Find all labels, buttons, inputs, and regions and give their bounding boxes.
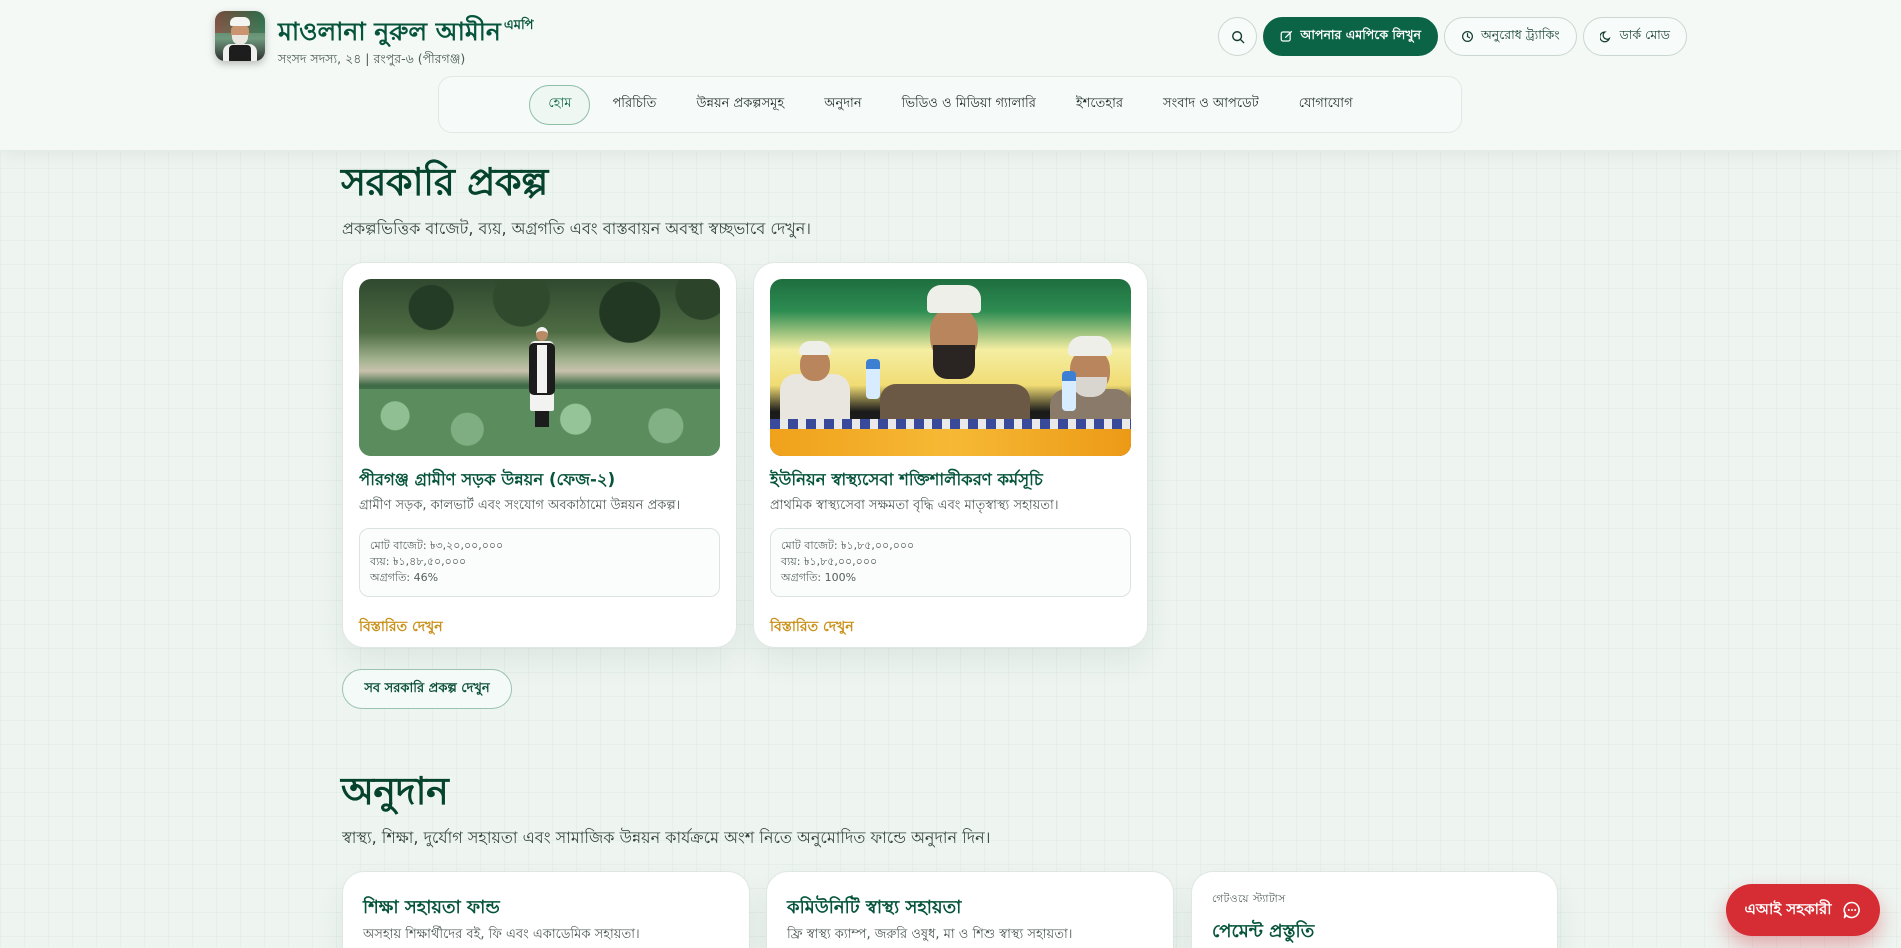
- project-card[interactable]: পীরগঞ্জ গ্রামীণ সড়ক উন্নয়ন (ফেজ-২) গ্র…: [342, 262, 737, 648]
- project-progress: অগ্রগতি: 100%: [781, 571, 857, 584]
- write-to-mp-button[interactable]: আপনার এমপিকে লিখুন: [1263, 17, 1438, 56]
- ai-assistant-button[interactable]: এআই সহকারী: [1726, 884, 1880, 936]
- project-stats: মোট বাজেট: ৳১,৮৫,০০,০০০ ব্যয়: ৳১,৮৫,০০,…: [770, 528, 1131, 597]
- dark-mode-label: ডার্ক মোড: [1619, 26, 1670, 42]
- donation-description: অসহায় শিক্ষার্থীদের বই, ফি এবং একাডেমিক…: [363, 927, 640, 942]
- project-details-link[interactable]: বিস্তারিত দেখুন: [359, 615, 443, 639]
- gateway-status-label: গেটওয়ে স্ট্যাটাস: [1212, 893, 1286, 905]
- project-description: প্রাথমিক স্বাস্থ্যসেবা সক্ষমতা বৃদ্ধি এব…: [770, 498, 1059, 513]
- request-tracking-button[interactable]: অনুরোধ ট্র্যাকিং: [1443, 17, 1577, 56]
- project-budget: মোট বাজেট: ৳১,৮৫,০০,০০০: [781, 539, 915, 552]
- site-header: মাওলানা নুরুল আমীন এমপি সংসদ সদস্য, ২৪ | …: [0, 0, 1901, 151]
- brand-name-suffix: এমপি: [503, 18, 534, 33]
- all-projects-button[interactable]: সব সরকারি প্রকল্প দেখুন: [342, 669, 512, 709]
- donation-title: কমিউনিটি স্বাস্থ্য সহায়তা: [787, 897, 962, 918]
- edit-icon: [1281, 30, 1293, 42]
- dark-mode-toggle[interactable]: ডার্ক মোড: [1582, 17, 1687, 56]
- nav-home[interactable]: হোম: [529, 84, 591, 125]
- ai-assistant-label: এআই সহকারী: [1744, 899, 1832, 918]
- brand-name: মাওলানা নুরুল আমীন এমপি: [278, 17, 534, 46]
- avatar: [215, 11, 265, 61]
- project-description: গ্রামীণ সড়ক, কালভার্ট এবং সংযোগ অবকাঠাম…: [359, 498, 681, 513]
- project-photo: [770, 279, 1131, 456]
- project-budget: মোট বাজেট: ৳৩,২০,০০,০০০: [370, 539, 504, 552]
- nav-contact[interactable]: যোগাযোগ: [1281, 85, 1371, 125]
- project-stats: মোট বাজেট: ৳৩,২০,০০,০০০ ব্যয়: ৳১,৪৮,৫০,…: [359, 528, 720, 597]
- donations-description: স্বাস্থ্য, শিক্ষা, দুর্যোগ সহায়তা এবং স…: [342, 828, 991, 847]
- moon-icon: [1599, 31, 1611, 43]
- brand-subtitle: সংসদ সদস্য, ২৪ | রংপুর-৬ (পীরগঞ্জ): [278, 51, 466, 66]
- project-title: ইউনিয়ন স্বাস্থ্যসেবা শক্তিশালীকরণ কর্মস…: [770, 470, 1043, 489]
- project-title: পীরগঞ্জ গ্রামীণ সড়ক উন্নয়ন (ফেজ-২): [359, 470, 616, 489]
- project-details-link[interactable]: বিস্তারিত দেখুন: [770, 615, 854, 639]
- projects-title: সরকারি প্রকল্প: [341, 160, 548, 204]
- header-actions: আপনার এমপিকে লিখুন অনুরোধ ট্র্যাকিং ডার্…: [1218, 17, 1687, 56]
- search-icon: [1231, 30, 1245, 43]
- clock-icon: [1462, 31, 1473, 42]
- brand[interactable]: মাওলানা নুরুল আমীন এমপি সংসদ সদস্য, ২৪ | …: [215, 11, 534, 71]
- donation-title: শিক্ষা সহায়তা ফান্ড: [363, 897, 500, 918]
- project-progress: অগ্রগতি: 46%: [370, 571, 439, 584]
- chat-icon: [1843, 901, 1860, 919]
- donation-card[interactable]: শিক্ষা সহায়তা ফান্ড অসহায় শিক্ষার্থীদে…: [342, 871, 750, 948]
- project-spent: ব্যয়: ৳১,৮৫,০০,০০০: [781, 555, 878, 568]
- nav-manifesto[interactable]: ইশতেহার: [1058, 85, 1141, 125]
- nav-media-gallery[interactable]: ভিডিও ও মিডিয়া গ্যালারি: [884, 85, 1054, 125]
- search-button[interactable]: [1218, 17, 1258, 56]
- project-photo: [359, 279, 720, 456]
- gateway-status-card: গেটওয়ে স্ট্যাটাস পেমেন্ট প্রস্তুতি: [1191, 871, 1558, 948]
- projects-description: প্রকল্পভিত্তিক বাজেট, ব্যয়, অগ্রগতি এবং…: [342, 219, 812, 238]
- donation-card[interactable]: কমিউনিটি স্বাস্থ্য সহায়তা ফ্রি স্বাস্থ্…: [766, 871, 1174, 948]
- nav-about[interactable]: পরিচিতি: [594, 85, 674, 125]
- project-card[interactable]: ইউনিয়ন স্বাস্থ্যসেবা শক্তিশালীকরণ কর্মস…: [753, 262, 1148, 648]
- gateway-status-value: পেমেন্ট প্রস্তুতি: [1212, 921, 1315, 942]
- nav-donations[interactable]: অনুদান: [806, 85, 879, 125]
- main-nav: হোম পরিচিতি উন্নয়ন প্রকল্পসমূহ অনুদান ভ…: [438, 76, 1462, 133]
- nav-projects[interactable]: উন্নয়ন প্রকল্পসমূহ: [678, 85, 802, 125]
- donation-description: ফ্রি স্বাস্থ্য ক্যাম্প, জরুরি ওষুধ, মা ও…: [787, 927, 1073, 942]
- request-tracking-label: অনুরোধ ট্র্যাকিং: [1480, 26, 1560, 42]
- write-to-mp-label: আপনার এমপিকে লিখুন: [1300, 26, 1421, 42]
- nav-news[interactable]: সংবাদ ও আপডেট: [1145, 85, 1277, 125]
- project-spent: ব্যয়: ৳১,৪৮,৫০,০০০: [370, 555, 467, 568]
- donations-title: অনুদান: [341, 769, 449, 813]
